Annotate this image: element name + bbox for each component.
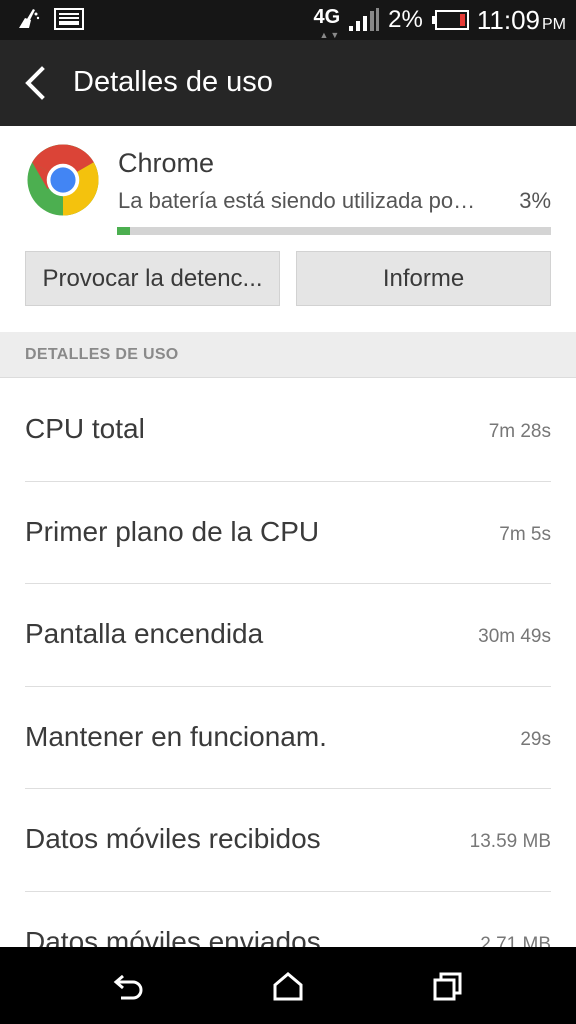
list-item: Mantener en funcionam. 29s [25,687,551,789]
detail-label: CPU total [25,413,145,444]
detail-label: Datos móviles recibidos [25,823,321,854]
chrome-logo [27,144,99,216]
detail-value: 29s [520,728,551,750]
app-header: Chrome La batería está siendo utilizada … [0,126,576,332]
details-list: CPU total 7m 28s Primer plano de la CPU … [0,379,576,947]
detail-value: 30m 49s [478,626,551,647]
list-item: CPU total 7m 28s [25,379,551,482]
app-bar: Detalles de uso [0,40,576,126]
clock-time: 11:09 [476,4,540,35]
section-title: DETALLES DE USO [25,346,179,363]
cleaner-icon [19,9,40,28]
list-item: Datos móviles recibidos 13.59 MB [25,789,551,892]
recent-apps-icon[interactable] [432,971,464,1001]
battery-icon [431,10,469,30]
network-type: 4G ▲▼ [313,6,341,40]
back-arrow-icon[interactable] [22,66,54,100]
status-bar: 4G ▲▼ 2% 11:09 PM [0,0,576,40]
usage-description: La batería está siendo utilizada por la.… [118,188,478,213]
home-icon[interactable] [272,971,304,1001]
usage-progress-fill [117,227,131,235]
force-stop-button[interactable]: Provocar la detenc... [25,251,280,306]
network-type-label: 4G [313,6,341,28]
clock-ampm: PM [542,15,566,33]
back-icon[interactable] [113,971,145,1001]
list-item: Primer plano de la CPU 7m 5s [25,482,551,584]
battery-percent: 2% [388,6,423,33]
detail-value: 2.71 MB [480,933,551,948]
report-button[interactable]: Informe [296,251,551,306]
signal-icon [349,8,380,31]
list-item: Datos móviles enviados 2.71 MB [25,892,551,948]
detail-label: Mantener en funcionam. [25,720,327,752]
app-name: Chrome [118,148,215,178]
usage-progress-bar [117,227,551,235]
detail-value: 7m 5s [499,523,551,545]
detail-label: Datos móviles enviados [25,925,321,948]
page-title: Detalles de uso [73,66,273,98]
usage-percent: 3% [519,188,551,213]
clock: 11:09 PM [477,5,566,36]
list-item: Pantalla encendida 30m 49s [25,584,551,687]
section-header: DETALLES DE USO [0,332,576,378]
image-notification-icon [54,8,84,30]
detail-value: 7m 28s [488,421,551,442]
navigation-bar [0,947,576,1024]
detail-label: Primer plano de la CPU [25,515,320,547]
detail-label: Pantalla encendida [25,618,264,649]
detail-value: 13.59 MB [469,831,551,852]
